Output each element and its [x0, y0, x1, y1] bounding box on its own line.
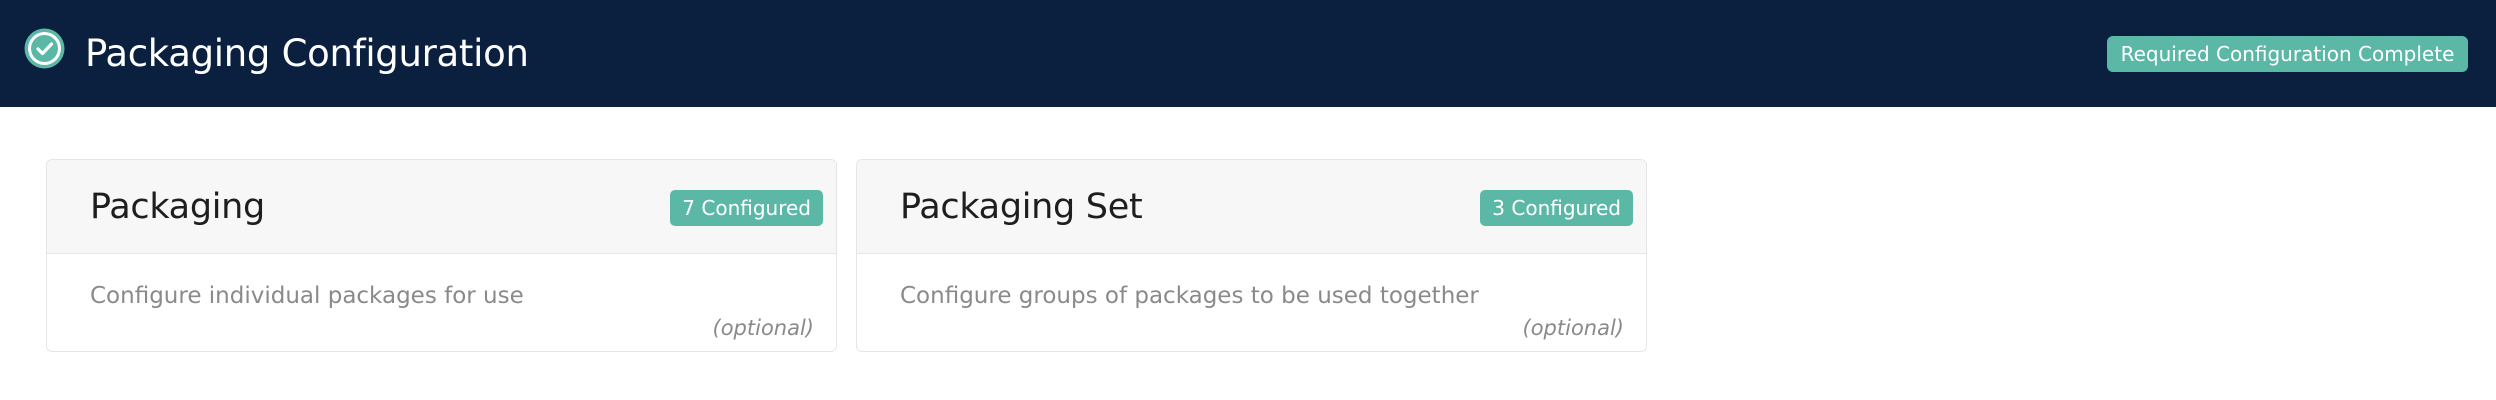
card-description: Configure groups of packages to be used …: [900, 283, 1479, 309]
card-header: Packaging Set 3 Configured: [857, 160, 1646, 254]
configured-count-badge: 7 Configured: [670, 190, 823, 226]
optional-label: (optional): [1522, 316, 1625, 340]
top-header-bar: Packaging Configuration Required Configu…: [0, 0, 2496, 107]
optional-label: (optional): [712, 316, 815, 340]
page-title: Packaging Configuration: [85, 32, 529, 75]
card-title: Packaging Set: [900, 187, 1143, 227]
configuration-status-badge: Required Configuration Complete: [2107, 36, 2468, 72]
packaging-card[interactable]: Packaging 7 Configured Configure individ…: [46, 159, 837, 352]
card-title: Packaging: [90, 187, 265, 227]
card-header: Packaging 7 Configured: [47, 160, 836, 254]
card-description: Configure individual packages for use: [90, 283, 524, 309]
configured-count-badge: 3 Configured: [1480, 190, 1633, 226]
packaging-set-card[interactable]: Packaging Set 3 Configured Configure gro…: [856, 159, 1647, 352]
check-circle-icon: [24, 28, 65, 69]
